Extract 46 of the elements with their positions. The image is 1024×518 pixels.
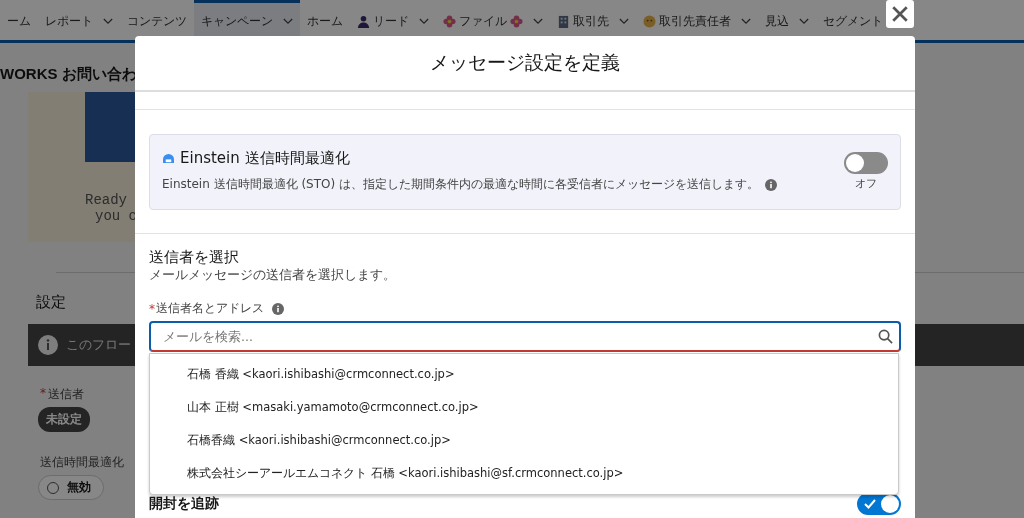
search-icon (878, 329, 893, 344)
nav-tab[interactable]: ーム (0, 0, 38, 40)
dropdown-option[interactable]: 山本 正樹 <masaki.yamamoto@crmconnect.co.jp> (150, 391, 898, 424)
nav-tab[interactable]: セグメント (816, 0, 890, 40)
field-label: 送信者名とアドレス (156, 300, 264, 317)
dropdown-option[interactable]: 株式会社シーアールエムコネクト 石橋 <kaori.ishibashi@sf.crmconnect.co.jp> (150, 457, 898, 490)
flower-icon (510, 15, 523, 28)
radio-option[interactable]: 無効 (38, 475, 104, 500)
toggle-label: オフ (855, 176, 877, 191)
close-icon (891, 5, 909, 23)
modal-title: メッセージ設定を定義 (430, 50, 620, 75)
section-subtitle: メールメッセージの送信者を選択します。 (149, 267, 397, 284)
section-title: 開封を追跡 (149, 495, 219, 513)
toggle-switch[interactable] (857, 493, 901, 515)
field-label: 送信時間最適化 (40, 454, 124, 471)
preview-text: Ready (85, 192, 127, 208)
info-icon (765, 178, 777, 191)
nav-tab[interactable]: 見込 (758, 0, 816, 40)
nav-tab[interactable]: ホーム (300, 0, 350, 40)
checkmark-icon (864, 499, 876, 509)
info-icon (38, 335, 58, 355)
toggle-switch[interactable] (844, 151, 888, 174)
person-icon (357, 15, 370, 28)
nav-tab[interactable]: レポート (38, 0, 120, 40)
einstein-icon (162, 153, 175, 164)
card-title: Einstein 送信時間最適化 (180, 149, 350, 168)
info-icon (272, 302, 284, 315)
required-asterisk: * (149, 301, 155, 316)
dropdown-option[interactable]: 石橋 香織 <kaori.ishibashi@crmconnect.co.jp> (150, 358, 898, 391)
status-badge: 未設定 (38, 407, 90, 432)
nav-tab[interactable]: 取引先責任者 (636, 0, 758, 40)
card-description: Einstein 送信時間最適化 (STO) は、指定した期間条件内の最適な時間に各受信者にメッセージを送信します。 (162, 176, 759, 193)
section-title: 送信者を選択 (149, 248, 240, 267)
nav-tab[interactable]: ファイル (436, 0, 550, 40)
nav-tab[interactable]: リード (350, 0, 436, 40)
nav-tab[interactable]: コンテンツ (120, 0, 194, 40)
flower-icon (443, 15, 456, 28)
building-icon (557, 15, 570, 28)
close-button[interactable] (886, 0, 914, 28)
nav-tab[interactable]: 取引先 (550, 0, 636, 40)
required-asterisk: * (40, 386, 46, 402)
settings-heading: 設定 (36, 293, 66, 312)
dropdown-option[interactable]: 石橋香織 <kaori.ishibashi@crmconnect.co.jp> (150, 424, 898, 457)
field-label: 送信者 (48, 386, 84, 403)
face-icon (643, 15, 656, 28)
preview-text: you c (95, 208, 137, 224)
